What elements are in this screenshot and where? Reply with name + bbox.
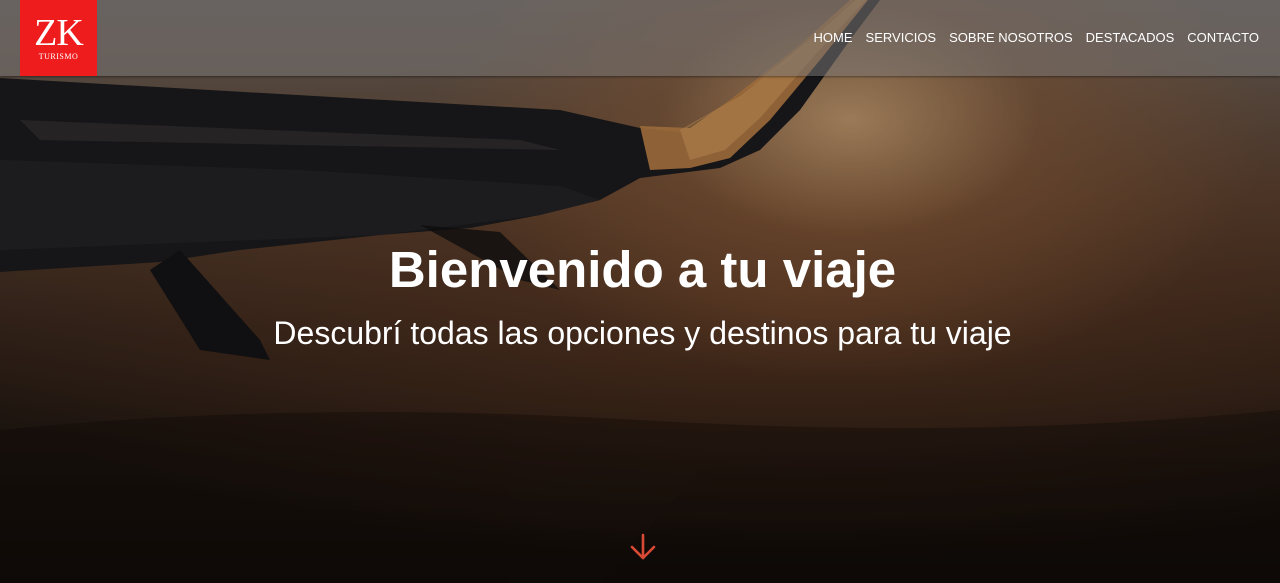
brand-logo[interactable]: ZK TURISMO — [20, 0, 97, 76]
hero-subtitle: Descubrí todas las opciones y destinos p… — [273, 315, 1012, 351]
hero-section: ZK TURISMO HOME SERVICIOS SOBRE NOSOTROS… — [0, 0, 1280, 583]
nav-item-home[interactable]: HOME — [814, 30, 853, 46]
nav-item-contacto[interactable]: CONTACTO — [1187, 30, 1259, 46]
arrow-down-icon — [630, 533, 656, 560]
logo-mark: ZK — [34, 12, 84, 54]
nav-item-sobre-nosotros[interactable]: SOBRE NOSOTROS — [949, 30, 1073, 46]
nav-item-destacados[interactable]: DESTACADOS — [1086, 30, 1175, 46]
main-navigation: HOME SERVICIOS SOBRE NOSOTROS DESTACADOS… — [801, 30, 1259, 46]
scroll-down-button[interactable] — [628, 532, 658, 562]
hero-title: Bienvenido a tu viaje — [388, 241, 897, 298]
site-header: ZK TURISMO HOME SERVICIOS SOBRE NOSOTROS… — [0, 0, 1280, 76]
nav-item-servicios[interactable]: SERVICIOS — [866, 30, 937, 46]
logo-subtitle: TURISMO — [38, 52, 79, 61]
